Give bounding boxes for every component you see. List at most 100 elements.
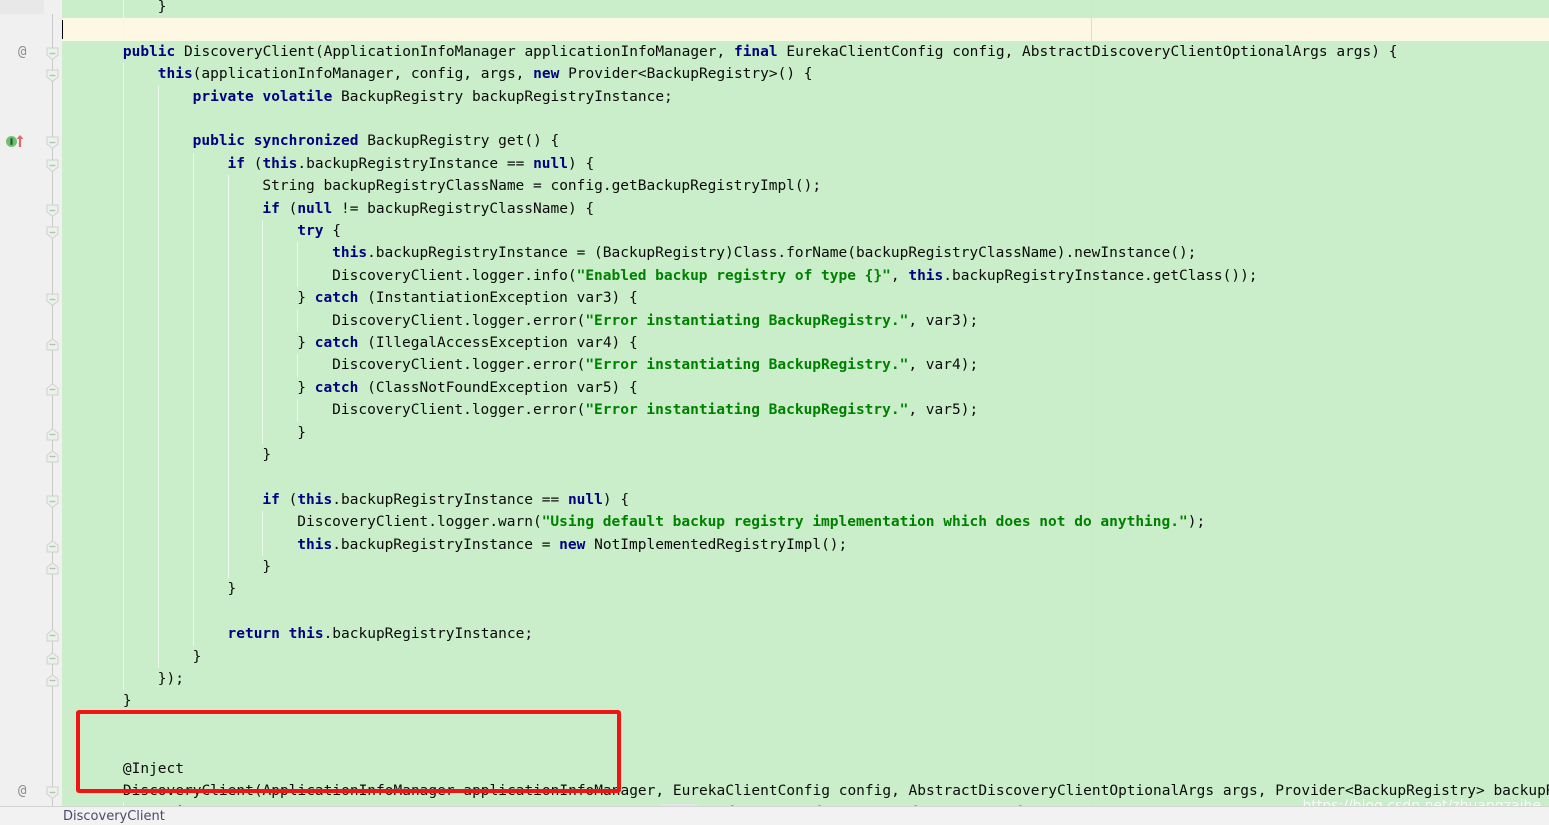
code-line[interactable]: this.backupRegistryInstance = new NotImp… [297, 534, 847, 556]
code-token: (ClassNotFoundException var5) { [358, 379, 638, 396]
fold-marker-up[interactable] [46, 672, 59, 687]
annotation-marker-icon[interactable]: @ [18, 784, 26, 798]
keyword-token: catch [314, 335, 359, 351]
code-token: String backupRegistryClassName = config.… [262, 178, 822, 195]
code-token: ( [279, 200, 298, 217]
code-line[interactable]: } [228, 578, 237, 600]
indent-guide [122, 63, 124, 691]
code-line[interactable]: public synchronized BackupRegistry get()… [193, 130, 560, 152]
code-line[interactable]: String backupRegistryClassName = config.… [262, 175, 821, 197]
code-token: ) { [602, 491, 630, 508]
code-folding-strip[interactable] [44, 0, 62, 806]
keyword-token: if [227, 155, 245, 172]
code-token: (applicationInfoManager, config, args, [192, 66, 534, 83]
indent-guide [297, 309, 299, 332]
code-token: } [297, 290, 315, 307]
fold-marker-up[interactable] [46, 538, 59, 553]
fold-marker-down[interactable] [46, 493, 59, 508]
string-literal-token: "Error instantiating BackupRegistry." [585, 402, 909, 419]
code-line[interactable]: } catch (IllegalAccessException var4) { [297, 332, 637, 354]
string-literal-token: "DiscoveryClient_ReconcileHashCodeMismat… [710, 805, 1085, 806]
code-line[interactable]: @Inject [123, 758, 184, 780]
code-token: } [122, 693, 132, 710]
code-line[interactable]: if (null != backupRegistryClassName) { [262, 198, 594, 220]
code-line[interactable]: try { [297, 220, 341, 242]
indent-guide [122, 0, 124, 41]
keyword-token: return [227, 626, 280, 643]
code-token: DiscoveryClient.logger.error( [332, 312, 586, 329]
fold-marker-down[interactable] [46, 45, 59, 60]
fold-marker-down[interactable] [46, 157, 59, 172]
code-line[interactable]: this(applicationInfoManager, config, arg… [158, 63, 813, 85]
code-line[interactable]: this.backupRegistryInstance = (BackupReg… [332, 242, 1196, 264]
fold-marker-down[interactable] [46, 291, 59, 307]
fold-marker-down[interactable] [46, 134, 59, 150]
code-token: DiscoveryClient(ApplicationInfoManager a… [122, 783, 1549, 799]
code-line[interactable]: } catch (InstantiationException var3) { [297, 287, 637, 309]
keyword-token: null [533, 155, 568, 172]
code-line[interactable]: }); [158, 668, 184, 690]
breadcrumb[interactable]: DiscoveryClient [63, 808, 165, 825]
code-line[interactable]: } [123, 690, 132, 712]
code-line[interactable]: this.RECONCILE_HASH_CODES_MISMATCH = Mon… [158, 802, 1103, 806]
keyword-token: catch [314, 379, 359, 396]
code-token: Provider<BackupRegistry>() { [559, 66, 813, 83]
code-editor[interactable]: } public DiscoveryClient(ApplicationInfoM… [0, 0, 1549, 806]
implemented-method-icon[interactable] [5, 132, 27, 150]
fold-marker-up[interactable] [46, 650, 59, 665]
code-token: EurekaClientConfig config, AbstractDisco… [777, 43, 1398, 60]
code-line[interactable]: DiscoveryClient.logger.error("Error inst… [332, 310, 978, 332]
code-token: ) { [568, 155, 595, 172]
annotation-marker-icon[interactable]: @ [18, 45, 26, 59]
fold-marker-up[interactable] [46, 627, 59, 642]
code-line[interactable]: if (this.backupRegistryInstance == null)… [228, 153, 595, 175]
code-line[interactable]: DiscoveryClient.logger.info("Enabled bac… [332, 265, 1257, 287]
fold-marker-up[interactable] [46, 381, 59, 396]
code-line[interactable]: } [262, 556, 271, 578]
code-line[interactable]: DiscoveryClient.logger.error("Error inst… [332, 354, 978, 376]
fold-marker-up[interactable] [46, 336, 59, 351]
code-token: } [262, 447, 272, 463]
code-token: , [890, 267, 909, 284]
keyword-token: this [288, 626, 324, 643]
fold-guide-line [52, 14, 53, 806]
fold-marker-down[interactable] [46, 67, 59, 83]
fold-marker-down[interactable] [46, 224, 59, 240]
current-line-highlight [62, 18, 1549, 41]
code-token: ( [279, 491, 298, 508]
code-line[interactable]: return this.backupRegistryInstance; [228, 623, 534, 645]
code-line[interactable]: DiscoveryClient.logger.warn("Using defau… [297, 511, 1205, 533]
code-token: != backupRegistryClassName) { [332, 200, 595, 217]
code-token: ( [244, 155, 263, 172]
keyword-token: this [332, 245, 368, 262]
gutter-top-strip [0, 0, 44, 14]
code-line[interactable]: private volatile BackupRegistry backupRe… [193, 86, 673, 108]
keyword-token: this [297, 491, 333, 508]
code-line[interactable]: } [158, 0, 167, 18]
indent-guide [227, 175, 229, 579]
keyword-token: public [122, 43, 176, 60]
editor-gutter[interactable]: @ @ [0, 0, 44, 806]
indent-guide [192, 152, 194, 646]
code-line[interactable]: if (this.backupRegistryInstance == null)… [262, 489, 629, 511]
fold-marker-up[interactable] [46, 560, 59, 575]
code-token: NotImplementedRegistryImpl(); [585, 536, 848, 553]
string-literal-token: "Enabled backup registry of type {}" [576, 267, 891, 284]
code-canvas[interactable]: } public DiscoveryClient(ApplicationInfoM… [62, 0, 1549, 806]
code-line[interactable]: } [262, 444, 271, 466]
keyword-token: this [908, 267, 944, 284]
code-line[interactable]: DiscoveryClient.logger.error("Error inst… [332, 399, 978, 421]
fold-marker-down[interactable] [46, 784, 59, 800]
indent-guide [297, 399, 299, 422]
code-line[interactable]: } [297, 422, 306, 444]
fold-marker-up[interactable] [46, 448, 59, 463]
code-token: (InstantiationException var3) { [358, 290, 638, 307]
code-line[interactable]: } [193, 646, 202, 668]
fold-marker-down[interactable] [46, 202, 59, 217]
indent-guide [262, 511, 264, 556]
indent-guide [262, 220, 264, 444]
code-line[interactable]: public DiscoveryClient(ApplicationInfoMa… [123, 41, 1398, 63]
code-line[interactable]: } catch (ClassNotFoundException var5) { [297, 377, 637, 399]
fold-marker-up[interactable] [46, 426, 59, 441]
